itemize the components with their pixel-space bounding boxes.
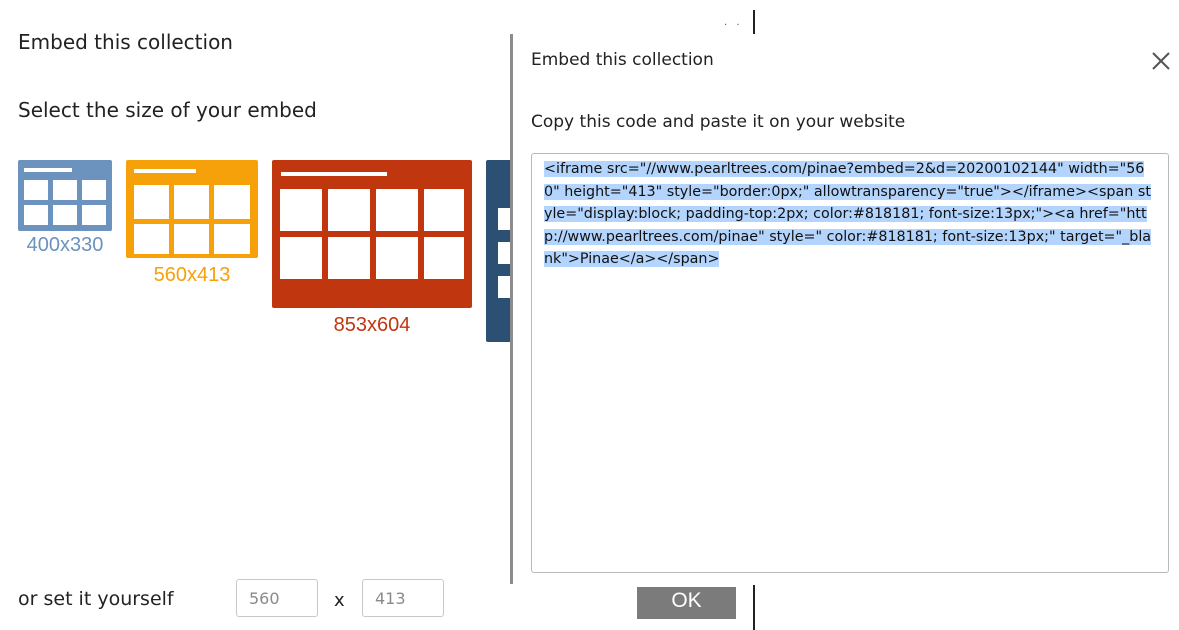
ok-button[interactable]: OK: [637, 587, 736, 619]
size-option-853x604[interactable]: 853x604: [272, 160, 472, 340]
size-label-560x413: 560x413: [153, 264, 231, 286]
custom-height-input[interactable]: [362, 579, 444, 617]
size-option-560x413[interactable]: 560x413: [126, 160, 258, 288]
size-option-400x330[interactable]: 400x330: [18, 160, 112, 260]
background-divider-top: [753, 10, 755, 36]
background-dots: · ·: [724, 20, 743, 31]
embed-modal: Embed this collection Copy this code and…: [510, 34, 1179, 584]
size-thumbnail-medium: [126, 160, 258, 258]
dimension-separator: x: [334, 590, 345, 611]
custom-size-label: or set it yourself: [18, 588, 174, 610]
embed-screen: Embed this collection Select the size of…: [0, 0, 1179, 630]
size-thumbnail-large: [272, 160, 472, 308]
close-icon[interactable]: [1149, 49, 1173, 73]
copy-instruction: Copy this code and paste it on your webs…: [531, 112, 906, 132]
embed-code-textarea[interactable]: <iframe src="//www.pearltrees.com/pinae?…: [531, 153, 1169, 573]
size-select-heading: Select the size of your embed: [18, 98, 317, 122]
size-thumbnail-extra-large: [486, 160, 512, 342]
background-dialog-title: Embed this collection: [18, 30, 233, 54]
background-divider-bottom: [753, 585, 755, 630]
custom-width-input[interactable]: [236, 579, 318, 617]
size-option-extra-large[interactable]: [486, 160, 512, 342]
embed-code-selected-text: <iframe src="//www.pearltrees.com/pinae?…: [544, 161, 1152, 267]
size-label-400x330: 400x330: [26, 234, 104, 256]
size-thumbnail-small: [18, 160, 112, 231]
modal-title: Embed this collection: [531, 50, 714, 70]
size-label-853x604: 853x604: [333, 314, 411, 336]
